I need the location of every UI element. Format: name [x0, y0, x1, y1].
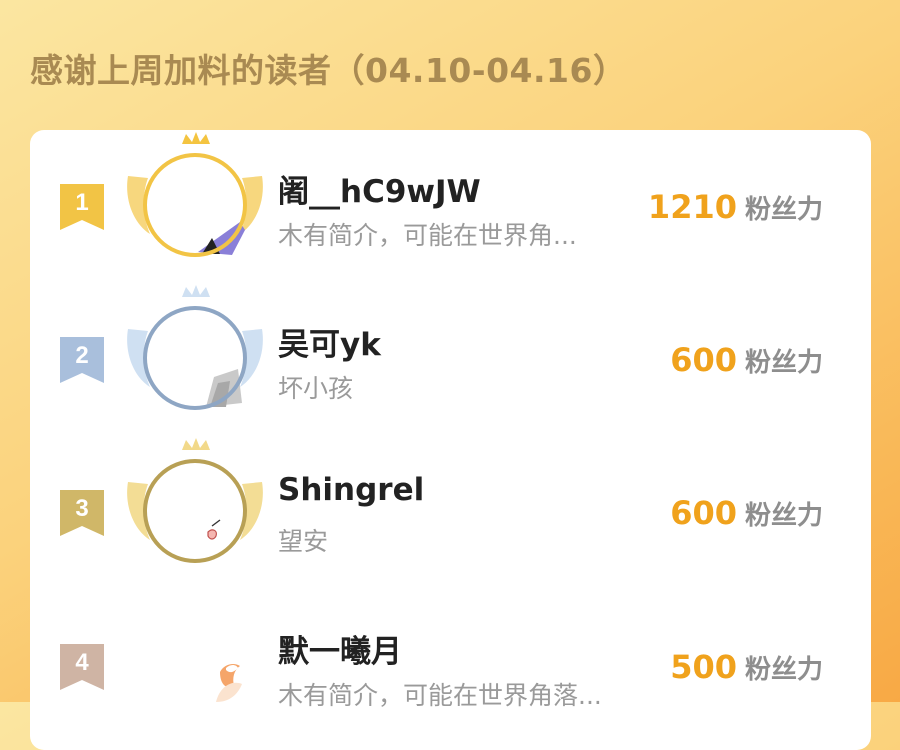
- avatar[interactable]: [120, 283, 270, 433]
- score-unit: 粉丝力: [744, 195, 823, 225]
- score-unit: 粉丝力: [744, 655, 823, 685]
- rank-badge: 4: [60, 644, 104, 690]
- user-bio: 木有简介，可能在世界角落...: [278, 681, 602, 710]
- leaderboard-row[interactable]: 3 Shingrel 望安 600 粉丝力: [30, 436, 871, 586]
- rank-number: 2: [75, 342, 89, 369]
- user-name[interactable]: Shingrel: [278, 472, 424, 508]
- page-title: 感谢上周加料的读者（04.10-04.16）: [30, 51, 627, 90]
- user-name[interactable]: 吴可yk: [278, 319, 381, 364]
- fan-power-score: 600 粉丝力: [670, 494, 823, 532]
- rank-number: 3: [75, 495, 89, 522]
- gold-crown-frame-icon: [127, 132, 263, 257]
- rank-badge: 3: [60, 490, 104, 536]
- leaderboard-row[interactable]: 1 阇__hC9wJW 木有简介，可能在世界角... 1210 粉丝力: [30, 130, 871, 280]
- fan-power-score: 500 粉丝力: [670, 648, 823, 686]
- fan-power-score: 1210 粉丝力: [648, 188, 823, 226]
- user-name[interactable]: 阇__hC9wJW: [278, 166, 481, 211]
- score-value: 600: [670, 494, 737, 532]
- avatar-image: [216, 664, 242, 702]
- score-value: 500: [670, 648, 737, 686]
- bronze-crown-frame-icon: [127, 438, 263, 563]
- user-bio: 坏小孩: [278, 374, 354, 403]
- rank-number: 4: [75, 649, 89, 676]
- user-bio: 木有简介，可能在世界角...: [278, 221, 577, 250]
- leaderboard-row[interactable]: 4 默一曦月 木有简介，可能在世界角落... 500 粉丝力: [30, 590, 871, 740]
- user-name[interactable]: 默一曦月: [278, 626, 402, 671]
- leaderboard-card: 1 阇__hC9wJW 木有简介，可能在世界角... 1210 粉丝力 2 吴可…: [30, 130, 871, 750]
- avatar[interactable]: [120, 590, 270, 740]
- avatar[interactable]: [120, 436, 270, 586]
- rank-badge: 2: [60, 337, 104, 383]
- leaderboard-row[interactable]: 2 吴可yk 坏小孩 600 粉丝力: [30, 283, 871, 433]
- avatar[interactable]: [120, 130, 270, 280]
- fan-power-score: 600 粉丝力: [670, 341, 823, 379]
- user-bio: 望安: [278, 527, 329, 556]
- silver-crown-frame-icon: [127, 285, 263, 410]
- score-unit: 粉丝力: [744, 348, 823, 378]
- score-value: 1210: [647, 188, 737, 226]
- score-unit: 粉丝力: [744, 501, 823, 531]
- score-value: 600: [670, 341, 737, 379]
- rank-number: 1: [75, 189, 89, 216]
- rank-badge: 1: [60, 184, 104, 230]
